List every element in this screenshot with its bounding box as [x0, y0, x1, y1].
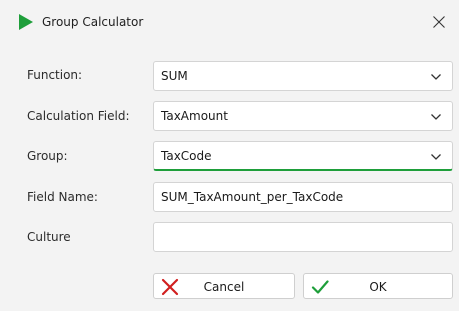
chevron-down-icon — [431, 154, 441, 160]
field-name-label: Field Name: — [27, 190, 98, 204]
group-select[interactable]: TaxCode — [153, 141, 453, 171]
chevron-down-icon — [431, 114, 441, 120]
field-name-input[interactable]: SUM_TaxAmount_per_TaxCode — [153, 182, 453, 212]
play-triangle-icon — [18, 14, 34, 30]
function-value: SUM — [161, 69, 188, 83]
function-select[interactable]: SUM — [153, 61, 453, 91]
calculation-field-value: TaxAmount — [161, 109, 228, 123]
cancel-button-label: Cancel — [203, 280, 245, 294]
group-value: TaxCode — [161, 149, 212, 163]
ok-button-label: OK — [369, 280, 387, 294]
cancel-button[interactable]: Cancel — [153, 273, 295, 299]
calculation-field-label: Calculation Field: — [27, 109, 130, 123]
title-bar: Group Calculator — [0, 0, 459, 44]
close-icon — [433, 16, 445, 28]
ok-button[interactable]: OK — [303, 273, 453, 299]
window-title: Group Calculator — [42, 15, 144, 29]
field-name-value: SUM_TaxAmount_per_TaxCode — [161, 190, 344, 204]
group-calculator-dialog: Group Calculator Function: SUM Calculati… — [0, 0, 459, 311]
close-button[interactable] — [430, 13, 448, 31]
chevron-down-icon — [431, 74, 441, 80]
group-label: Group: — [27, 149, 68, 163]
culture-input[interactable] — [153, 222, 453, 252]
culture-label: Culture — [27, 230, 71, 244]
function-label: Function: — [27, 68, 83, 82]
calculation-field-select[interactable]: TaxAmount — [153, 101, 453, 131]
